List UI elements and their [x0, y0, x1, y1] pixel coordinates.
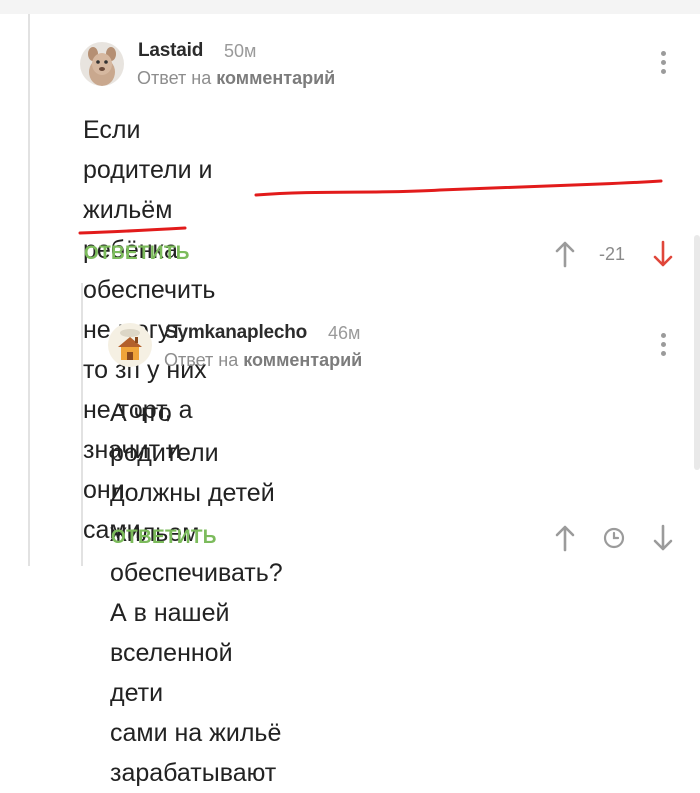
arrow-up-icon[interactable] — [554, 524, 576, 552]
comment-text-line: сами на жильё зарабатывают — [110, 719, 282, 787]
menu-dots-icon[interactable] — [661, 333, 667, 360]
reply-button[interactable]: ОТВЕТИТЬ — [84, 243, 190, 265]
rating-score: -21 — [599, 244, 626, 264]
clock-icon — [603, 527, 625, 549]
reply-to-line: Ответ на комментарий — [164, 350, 362, 371]
avatar[interactable] — [108, 323, 152, 367]
comment-text: А что родители должны детей жильем обесп… — [110, 393, 283, 793]
reply-to-prefix: Ответ на — [164, 350, 244, 370]
author-name[interactable]: Symkanaplecho — [165, 322, 307, 344]
red-underline-annotation — [78, 179, 663, 235]
arrow-up-icon[interactable] — [554, 240, 576, 268]
arrow-down-icon[interactable] — [652, 240, 674, 268]
arrow-down-icon[interactable] — [652, 524, 674, 552]
comment-text-line: обеспечивать? А в нашей вселенной дети — [110, 559, 283, 707]
reply-to-link[interactable]: комментарий — [243, 350, 362, 370]
comment-time: 46м — [328, 323, 361, 343]
reply-button[interactable]: ОТВЕТИТЬ — [111, 527, 217, 549]
house-avatar-icon — [108, 323, 152, 367]
